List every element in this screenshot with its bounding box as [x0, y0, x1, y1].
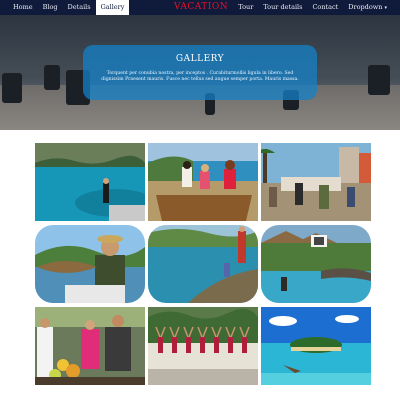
- gallery-photo-tropical-island[interactable]: [261, 307, 371, 385]
- gallery-grid: [35, 143, 371, 387]
- nav-right-group: Tour Tour details Contact Dropdown ▾: [233, 0, 392, 15]
- hero-figure: [44, 65, 60, 90]
- beach-yoga-image: [148, 307, 258, 385]
- nav-dropdown[interactable]: Dropdown ▾: [343, 0, 392, 15]
- hero-figure: [368, 65, 390, 95]
- nav-dropdown-label: Dropdown: [348, 3, 383, 11]
- top-nav: Home Blog Details Gallery VACATION Tour …: [0, 0, 400, 15]
- gallery-photo-beach-friends[interactable]: [148, 143, 258, 221]
- brand-logo[interactable]: VACATION: [174, 0, 228, 15]
- caret-down-icon: ▾: [384, 5, 387, 11]
- tropical-island-image: [261, 307, 371, 385]
- nav-tour-details[interactable]: Tour details: [258, 0, 307, 15]
- hero-banner: GALLERY Torquent per conubia nostra, per…: [0, 15, 400, 130]
- gallery-photo-street-market[interactable]: [261, 143, 371, 221]
- nav-details[interactable]: Details: [63, 0, 96, 15]
- beach-friends-image: [148, 143, 258, 221]
- nav-home[interactable]: Home: [8, 0, 38, 15]
- gallery-photo-resort-pool[interactable]: [261, 225, 371, 303]
- lake-fishing-image: [35, 143, 145, 221]
- fruit-market-image: [35, 307, 145, 385]
- fish-catch-image: [35, 225, 145, 303]
- nav-contact[interactable]: Contact: [307, 0, 343, 15]
- river-bank-image: [148, 225, 258, 303]
- nav-left-group: Home Blog Details Gallery: [8, 0, 130, 15]
- hero-figure: [2, 73, 22, 103]
- street-market-image: [261, 143, 371, 221]
- nav-blog[interactable]: Blog: [38, 0, 63, 15]
- gallery-photo-fruit-market[interactable]: [35, 307, 145, 385]
- page-title: GALLERY: [175, 54, 225, 64]
- nav-tour[interactable]: Tour: [233, 0, 258, 15]
- hero-panel: GALLERY Torquent per conubia nostra, per…: [83, 45, 317, 100]
- gallery-photo-river-bank[interactable]: [148, 225, 258, 303]
- gallery-photo-beach-yoga[interactable]: [148, 307, 258, 385]
- nav-gallery[interactable]: Gallery: [95, 0, 130, 15]
- resort-pool-image: [261, 225, 371, 303]
- gallery-photo-lake-fishing[interactable]: [35, 143, 145, 221]
- hero-description: Torquent per conubia nostra, per incepto…: [101, 71, 299, 82]
- gallery-photo-fish-catch[interactable]: [35, 225, 145, 303]
